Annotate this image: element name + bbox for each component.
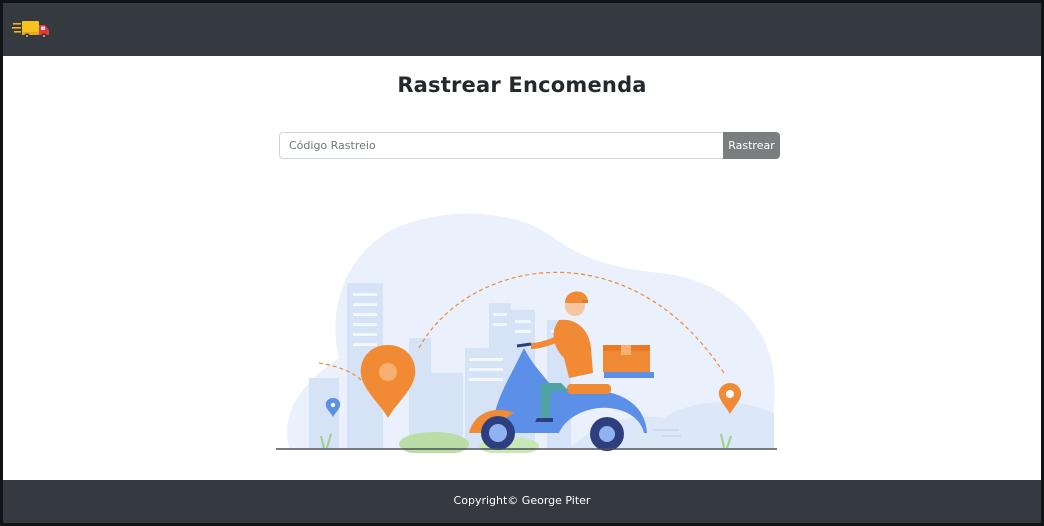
browser-viewport: Rastrear Encomenda Rastrear xyxy=(3,3,1041,523)
page-title: Rastrear Encomenda xyxy=(397,73,647,97)
tracking-code-input[interactable] xyxy=(279,132,723,159)
delivery-scooter-illustration xyxy=(269,208,779,456)
navbar xyxy=(3,3,1041,56)
tracking-search-group: Rastrear xyxy=(279,132,780,159)
footer: Copyright© George Piter xyxy=(3,480,1041,523)
copyright-text: Copyright© George Piter xyxy=(453,494,591,507)
track-button[interactable]: Rastrear xyxy=(723,132,780,159)
delivery-truck-icon[interactable] xyxy=(12,17,52,41)
